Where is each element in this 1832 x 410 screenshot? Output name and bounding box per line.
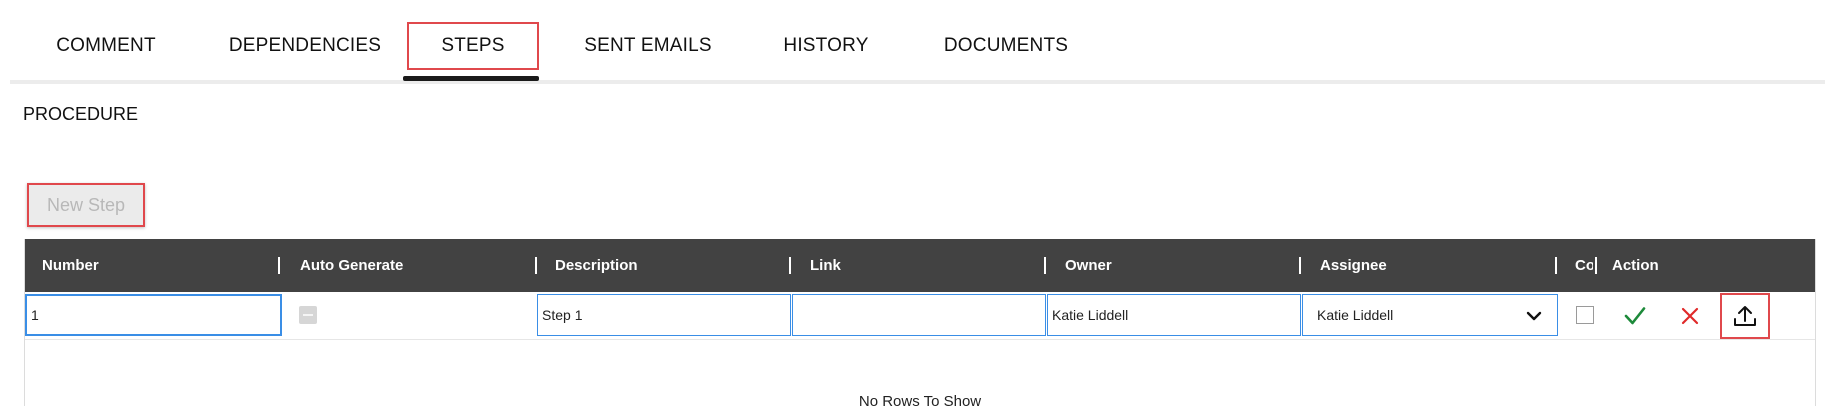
active-tab-indicator (403, 76, 539, 81)
column-header-description[interactable]: Description (555, 239, 638, 292)
column-header-assignee[interactable]: Assignee (1320, 239, 1387, 292)
column-resize-handle[interactable] (1595, 257, 1597, 274)
action-cell (1595, 292, 1815, 339)
close-icon (1681, 307, 1699, 325)
tab-dependencies[interactable]: DEPENDENCIES (220, 22, 390, 70)
column-header-action: Action (1612, 257, 1659, 274)
cancel-button[interactable] (1670, 298, 1710, 334)
column-resize-handle[interactable] (1299, 257, 1301, 274)
column-header-auto-generate[interactable]: Auto Generate (300, 239, 403, 292)
tab-documents[interactable]: DOCUMENTS (926, 22, 1086, 70)
new-step-button[interactable]: New Step (27, 183, 145, 227)
confirm-button[interactable] (1615, 298, 1655, 334)
check-icon (1624, 307, 1646, 325)
number-input[interactable]: 1 (25, 294, 282, 336)
tab-sent-emails[interactable]: SENT EMAILS (570, 22, 726, 70)
tab-comment[interactable]: COMMENT (40, 22, 172, 70)
steps-grid: Number Auto Generate Description Link Ow… (24, 239, 1816, 410)
grid-header: Number Auto Generate Description Link Ow… (25, 239, 1815, 292)
table-row: 1 Step 1 Katie Liddell Katie Liddell (25, 292, 1815, 340)
column-header-completed[interactable]: Co (1575, 239, 1593, 292)
chevron-down-icon (1526, 311, 1542, 321)
assignee-select[interactable]: Katie Liddell (1302, 294, 1558, 336)
upload-button[interactable] (1720, 293, 1770, 339)
tab-steps[interactable]: STEPS (407, 22, 539, 70)
upload-icon (1734, 306, 1756, 326)
assignee-select-value: Katie Liddell (1317, 307, 1394, 323)
description-input[interactable]: Step 1 (537, 294, 791, 336)
column-resize-handle[interactable] (789, 257, 791, 274)
column-resize-handle[interactable] (535, 257, 537, 274)
column-header-owner[interactable]: Owner (1065, 239, 1112, 292)
completed-checkbox[interactable] (1576, 306, 1594, 324)
column-resize-handle[interactable] (278, 257, 280, 274)
auto-generate-checkbox (299, 306, 317, 324)
no-rows-message: No Rows To Show (858, 393, 982, 410)
link-input[interactable] (792, 294, 1046, 336)
tab-history[interactable]: HISTORY (760, 22, 892, 70)
section-title: PROCEDURE (23, 104, 139, 124)
owner-input[interactable]: Katie Liddell (1047, 294, 1301, 336)
column-header-number[interactable]: Number (42, 239, 99, 292)
column-resize-handle[interactable] (1555, 257, 1557, 274)
column-resize-handle[interactable] (1044, 257, 1046, 274)
column-header-link[interactable]: Link (810, 239, 841, 292)
tab-bar: COMMENT DEPENDENCIES STEPS SENT EMAILS H… (10, 0, 1825, 84)
